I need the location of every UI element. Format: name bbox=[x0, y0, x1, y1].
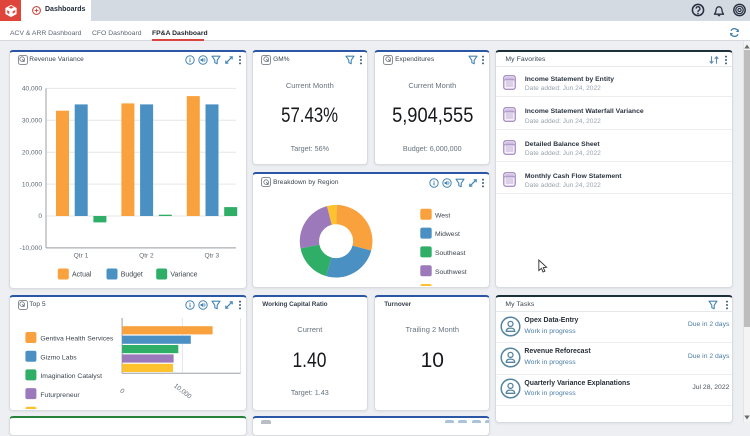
svg-text:Midwest: Midwest bbox=[435, 231, 460, 238]
svg-text:Actual: Actual bbox=[72, 271, 92, 278]
svg-text:0: 0 bbox=[38, 213, 42, 220]
svg-text:Futurpreneur: Futurpreneur bbox=[40, 391, 80, 398]
svg-text:10,000: 10,000 bbox=[21, 181, 42, 188]
svg-text:Gentiva Health Services: Gentiva Health Services bbox=[40, 335, 114, 342]
svg-text:Qtr 3: Qtr 3 bbox=[204, 252, 219, 259]
svg-text:-10,000: -10,000 bbox=[19, 245, 42, 252]
svg-text:Southeast: Southeast bbox=[435, 250, 466, 257]
svg-text:Budget: Budget bbox=[120, 271, 142, 278]
svg-text:40,000: 40,000 bbox=[21, 85, 42, 92]
svg-text:Imagination Catalyst: Imagination Catalyst bbox=[40, 373, 102, 380]
svg-text:West: West bbox=[435, 213, 450, 220]
svg-text:Qtr 2: Qtr 2 bbox=[139, 252, 154, 259]
svg-text:Qtr 1: Qtr 1 bbox=[73, 252, 88, 259]
svg-text:Variance: Variance bbox=[170, 271, 197, 278]
svg-text:30,000: 30,000 bbox=[21, 117, 42, 124]
svg-text:10,000: 10,000 bbox=[172, 382, 192, 400]
svg-text:Gizmo Labs: Gizmo Labs bbox=[40, 354, 77, 361]
svg-text:Southwest: Southwest bbox=[435, 269, 467, 276]
svg-text:0: 0 bbox=[118, 387, 125, 395]
svg-text:20,000: 20,000 bbox=[21, 149, 42, 156]
